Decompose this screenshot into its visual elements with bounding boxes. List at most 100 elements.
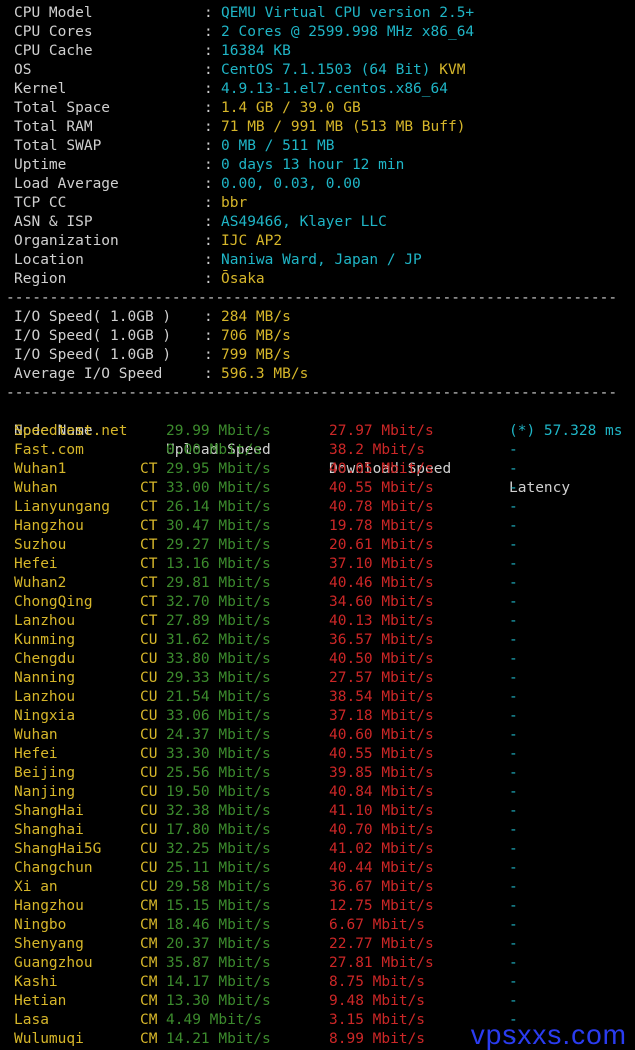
sysinfo-key: Load Average [14,176,119,192]
download-speed: 40.55 Mbit/s [329,480,434,496]
upload-speed: 25.56 Mbit/s [166,765,271,781]
sysinfo-value: AS49466, Klayer LLC [221,213,387,232]
download-speed: 20.61 Mbit/s [329,537,434,553]
download-speed: 40.60 Mbit/s [329,727,434,743]
latency: - [509,594,518,610]
download-speed: 3.15 Mbit/s [329,1012,426,1028]
download-speed: 40.55 Mbit/s [329,746,434,762]
speed-row: Kashi CM 14.17 Mbit/s 8.75 Mbit/s - [0,973,635,992]
node-name: Speedtest.net [14,423,128,439]
latency: - [509,955,518,971]
sysinfo-value-text: Ōsaka [221,271,265,287]
isp-code: CT [140,613,158,629]
watermark: vpsxxs.com [470,1019,627,1050]
upload-speed: 29.95 Mbit/s [166,461,271,477]
speed-row: Lanzhou CU 21.54 Mbit/s 38.54 Mbit/s - [0,688,635,707]
isp-code: CU [140,689,158,705]
upload-speed: 26.14 Mbit/s [166,499,271,515]
sysinfo-colon: : [204,5,213,21]
upload-speed: 29.33 Mbit/s [166,670,271,686]
sysinfo-colon: : [204,138,213,154]
sysinfo-value: Ōsaka [221,270,265,289]
node-name: Kashi [14,974,58,990]
speed-row: Guangzhou CM 35.87 Mbit/s 27.81 Mbit/s - [0,954,635,973]
node-name: Ningxia [14,708,76,724]
sysinfo-key: Uptime [14,157,67,173]
latency: - [509,765,518,781]
upload-speed: 33.80 Mbit/s [166,651,271,667]
download-speed: 37.18 Mbit/s [329,708,434,724]
speed-row: Wuhan CU 24.37 Mbit/s 40.60 Mbit/s - [0,726,635,745]
upload-speed: 35.87 Mbit/s [166,955,271,971]
speed-row: ShangHai CU 32.38 Mbit/s 41.10 Mbit/s - [0,802,635,821]
speed-row: Kunming CU 31.62 Mbit/s 36.57 Mbit/s - [0,631,635,650]
download-speed: 38.54 Mbit/s [329,689,434,705]
upload-speed: 24.37 Mbit/s [166,727,271,743]
node-name: Shenyang [14,936,84,952]
latency: - [509,537,518,553]
sysinfo-row: Uptime:0 days 13 hour 12 min [0,156,635,175]
sysinfo-row: ASN & ISP: AS49466, Klayer LLC [0,213,635,232]
download-speed: 40.46 Mbit/s [329,575,434,591]
sysinfo-colon: : [204,119,213,135]
sysinfo-colon: : [204,43,213,59]
isp-code: CM [140,936,158,952]
isp-code: CU [140,670,158,686]
node-name: Guangzhou [14,955,93,971]
speed-row: Suzhou CT 29.27 Mbit/s 20.61 Mbit/s - [0,536,635,555]
upload-speed: 4.49 Mbit/s [166,1012,263,1028]
latency: - [509,689,518,705]
node-name: Beijing [14,765,76,781]
upload-speed: 29.27 Mbit/s [166,537,271,553]
io-colon: : [204,328,213,344]
node-name: Nanning [14,670,76,686]
io-colon: : [204,366,213,382]
sysinfo-value-text: QEMU Virtual CPU version 2.5+ [221,5,475,21]
sysinfo-colon: : [204,100,213,116]
sysinfo-row: Location: Naniwa Ward, Japan / JP [0,251,635,270]
latency: - [509,461,518,477]
sysinfo-value: IJC AP2 [221,232,282,251]
download-speed: 40.05 Mbit/s [329,461,434,477]
isp-code: CT [140,556,158,572]
latency: - [509,708,518,724]
upload-speed: 13.30 Mbit/s [166,993,271,1009]
download-speed: 8.99 Mbit/s [329,1031,426,1047]
upload-speed: 32.38 Mbit/s [166,803,271,819]
sysinfo-key: CPU Model [14,5,93,21]
sysinfo-value-text: 71 MB / 991 MB (513 MB Buff) [221,119,466,135]
sysinfo-value-text: 0 MB / 511 MB [221,138,335,154]
node-name: Chengdu [14,651,76,667]
speed-row: Xi an CU 29.58 Mbit/s 36.67 Mbit/s - [0,878,635,897]
sysinfo-row: Total SWAP:0 MB / 511 MB [0,137,635,156]
speed-row: Changchun CU 25.11 Mbit/s 40.44 Mbit/s - [0,859,635,878]
sysinfo-colon: : [204,252,213,268]
io-row: I/O Speed( 1.0GB ):284 MB/s [0,308,635,327]
isp-code: CT [140,575,158,591]
latency: - [509,860,518,876]
node-name: Lianyungang [14,499,111,515]
sysinfo-key: ASN & ISP [14,214,93,230]
latency: - [509,822,518,838]
speed-row: Wuhan2 CT 29.81 Mbit/s 40.46 Mbit/s - [0,574,635,593]
download-speed: 40.13 Mbit/s [329,613,434,629]
sysinfo-row: Load Average:0.00, 0.03, 0.00 [0,175,635,194]
sysinfo-key: Total RAM [14,119,93,135]
sysinfo-row: Total Space:1.4 GB / 39.0 GB [0,99,635,118]
isp-code: CU [140,822,158,838]
isp-code: CU [140,651,158,667]
latency: - [509,974,518,990]
sysinfo-value: 0 days 13 hour 12 min [221,156,404,175]
speed-row: Nanjing CU 19.50 Mbit/s 40.84 Mbit/s - [0,783,635,802]
node-name: Xi an [14,879,58,895]
sysinfo-row: Total RAM:71 MB / 991 MB (513 MB Buff) [0,118,635,137]
isp-code: CU [140,765,158,781]
sysinfo-value-text: IJC AP2 [221,233,283,249]
sysinfo-value: CentOS 7.1.1503 (64 Bit) KVM [221,61,465,80]
sysinfo-value-text: 1.4 GB / 39.0 GB [221,100,361,116]
speed-row: Hangzhou CT 30.47 Mbit/s 19.78 Mbit/s - [0,517,635,536]
sysinfo-key: TCP CC [14,195,67,211]
isp-code: CU [140,708,158,724]
upload-speed: 13.16 Mbit/s [166,556,271,572]
latency: - [509,556,518,572]
